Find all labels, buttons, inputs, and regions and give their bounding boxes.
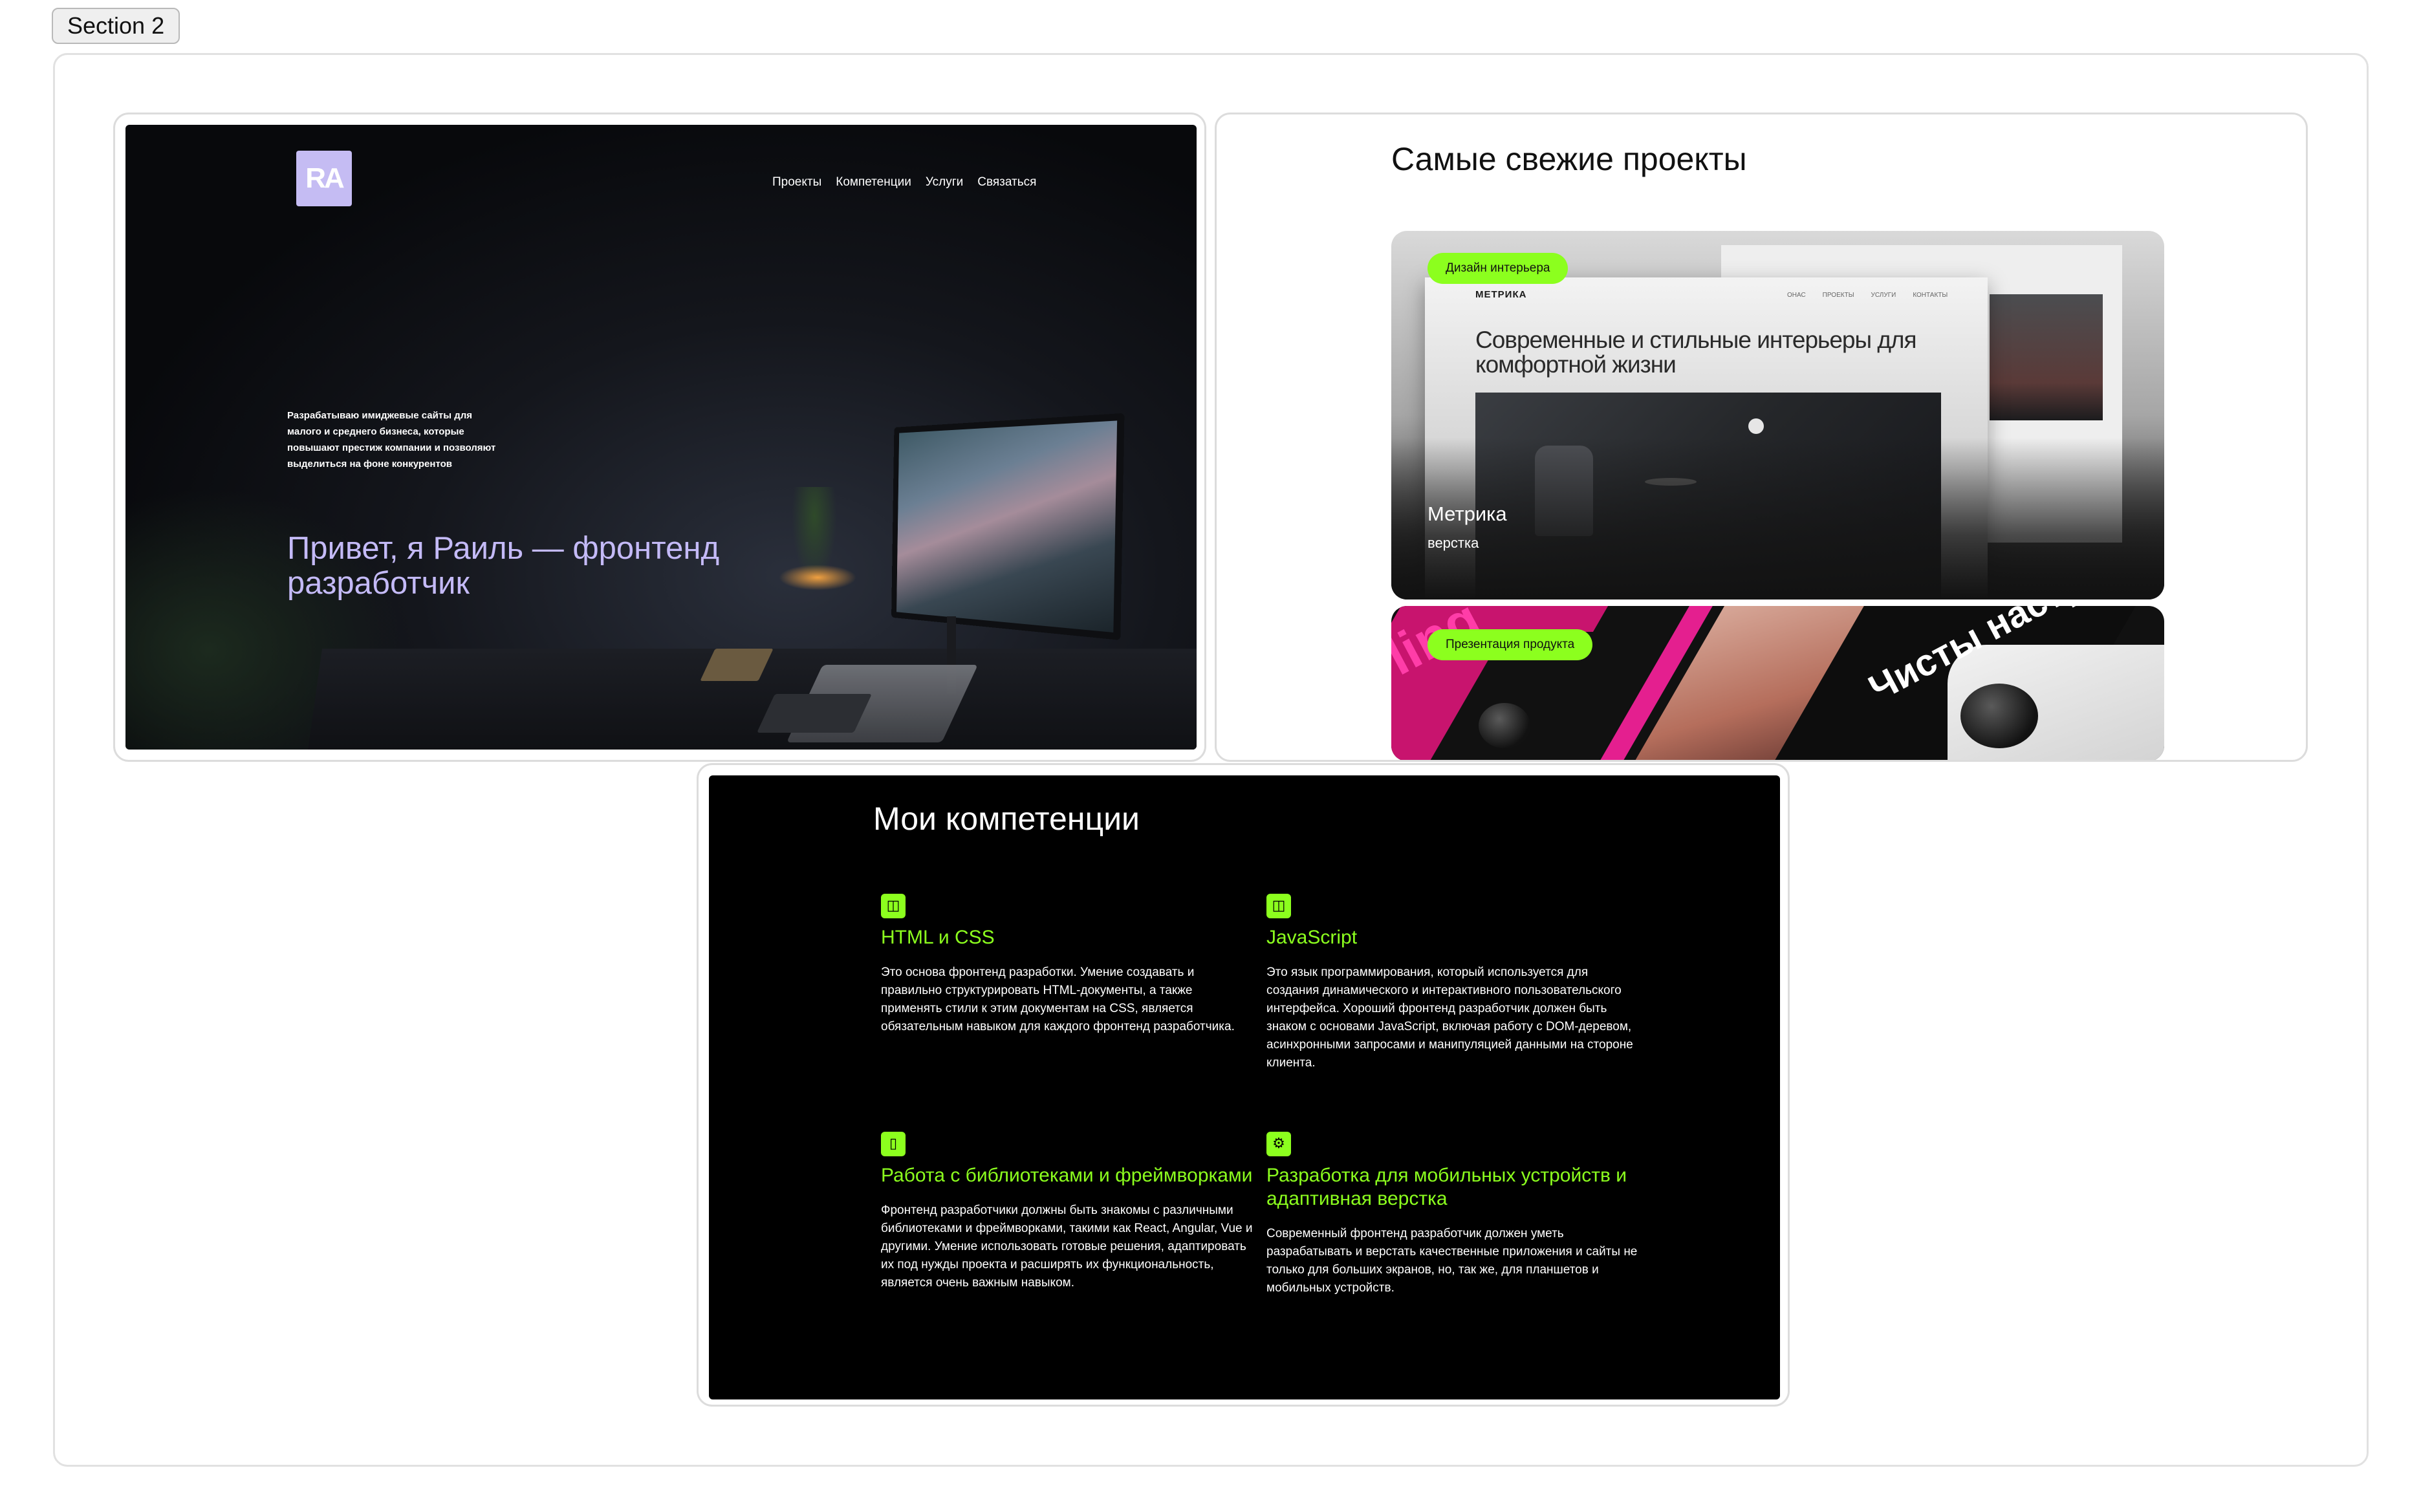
project-card-presentation[interactable]: ling Чисты настро Презентация продукта (1391, 606, 2164, 760)
project-tag: Дизайн интерьера (1428, 253, 1569, 284)
project-title: Метрика (1428, 502, 1507, 525)
competency-title: HTML и CSS (881, 927, 995, 948)
room-photo (1990, 294, 2103, 420)
earbud-image (1960, 684, 2038, 748)
metrika-nav: ОНАС ПРОЕКТЫ УСЛУГИ КОНТАКТЫ (1787, 292, 1948, 299)
metrika-headline: Современные и стильные интерьеры для ком… (1475, 327, 1917, 378)
hero-title: Привет, я Раиль — фронтенд разработчик (287, 531, 720, 601)
metrika-logo: МЕТРИКА (1475, 289, 1527, 300)
hero-nav: Проекты Компетенции Услуги Связаться (772, 175, 1036, 189)
card-gradient (1391, 438, 2164, 599)
phone-icon: ▯ (881, 1132, 906, 1156)
nav-contact[interactable]: Связаться (977, 175, 1036, 189)
competency-title: JavaScript (1266, 927, 1358, 948)
competency-title: Разработка для мобильных устройств и ада… (1266, 1165, 1627, 1209)
nav-services[interactable]: Услуги (926, 175, 963, 189)
project-subtitle: верстка (1428, 535, 1479, 551)
projects-screenshot-card: Самые свежие проекты МЕТРИКА ОНАС ПРОЕКТ… (1215, 113, 2308, 762)
hero-screen: RA Проекты Компетенции Услуги Связаться … (125, 125, 1197, 750)
hero-description: Разрабатываю имиджевые сайты для малого … (287, 410, 496, 470)
competency-javascript: ◫ JavaScript Это язык программирования, … (1266, 894, 1642, 1072)
competencies-heading: Мои компетенции (873, 801, 1140, 837)
section-label: Section 2 (52, 8, 180, 44)
monitor-image (891, 413, 1125, 640)
metrika-nav-item: УСЛУГИ (1871, 292, 1896, 299)
metrika-nav-item: ПРОЕКТЫ (1822, 292, 1854, 299)
project-tag: Презентация продукта (1428, 629, 1593, 660)
competencies-screenshot-card: Мои компетенции ◫ HTML и CSS Это основа … (697, 763, 1790, 1407)
nav-projects[interactable]: Проекты (772, 175, 821, 189)
project-card-metrika[interactable]: МЕТРИКА ОНАС ПРОЕКТЫ УСЛУГИ КОНТАКТЫ Сов… (1391, 231, 2164, 599)
competency-text: Это основа фронтенд разработки. Умение с… (881, 966, 1235, 1033)
file-icon: ◫ (881, 894, 906, 918)
nav-competencies[interactable]: Компетенции (836, 175, 911, 189)
hero-screenshot-card: RA Проекты Компетенции Услуги Связаться … (113, 113, 1206, 762)
keyboard-image (757, 694, 872, 733)
competency-mobile: ⚙ Разработка для мобильных устройств и а… (1266, 1132, 1642, 1297)
competency-html-css: ◫ HTML и CSS Это основа фронтенд разрабо… (881, 894, 1256, 1036)
metrika-nav-item: КОНТАКТЫ (1913, 292, 1948, 299)
competency-title: Работа с библиотеками и фреймворками (881, 1165, 1253, 1186)
lamp-image (1748, 418, 1764, 434)
projects-heading: Самые свежие проекты (1391, 141, 1747, 177)
file-icon: ◫ (1266, 894, 1291, 918)
competencies-screen: Мои компетенции ◫ HTML и CSS Это основа … (709, 775, 1780, 1399)
competency-frameworks: ▯ Работа с библиотеками и фреймворками Ф… (881, 1132, 1256, 1292)
metrika-nav-item: ОНАС (1787, 292, 1806, 299)
logo[interactable]: RA (296, 151, 352, 206)
competency-text: Современный фронтенд разработчик должен … (1266, 1227, 1638, 1295)
competency-text: Это язык программирования, который испол… (1266, 966, 1633, 1070)
earbud-image (1479, 703, 1530, 748)
gear-icon: ⚙ (1266, 1132, 1291, 1156)
competency-text: Фронтенд разработчики должны быть знаком… (881, 1204, 1253, 1290)
